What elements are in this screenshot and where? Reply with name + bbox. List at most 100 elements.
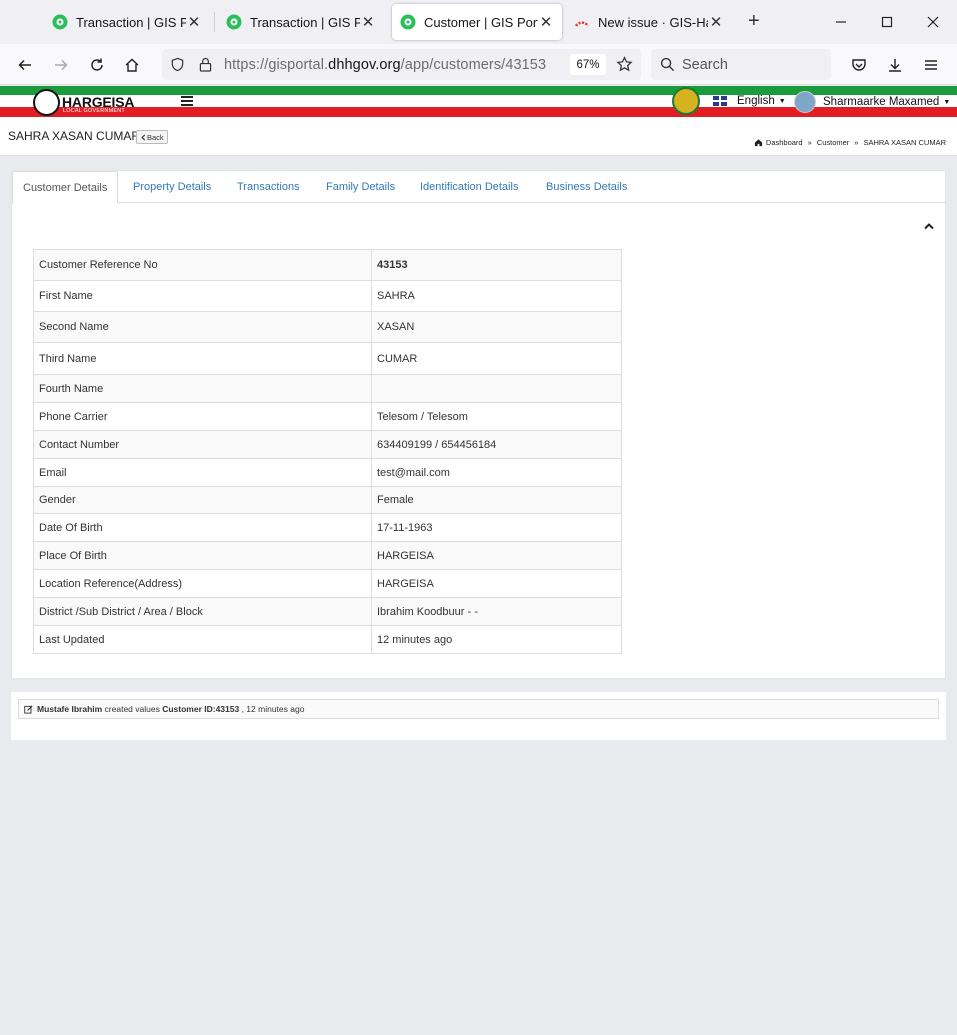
hargeisa-logo-icon[interactable] [33,89,60,116]
close-window-icon[interactable] [923,12,943,32]
row-label: Date Of Birth [33,513,372,542]
row-label: Third Name [33,342,372,375]
municipal-emblem-icon [672,87,700,115]
table-row: Gender Female [33,486,622,514]
back-button[interactable]: Back [136,130,168,144]
tab-customer-details[interactable]: Customer Details [12,171,119,204]
chevron-up-icon[interactable] [923,220,935,232]
row-value: 12 minutes ago [371,625,622,654]
breadcrumb-separator: » [807,138,812,147]
table-row: First Name SAHRA [33,280,622,312]
chevron-left-icon [141,133,146,141]
gis-portal-favicon-icon [226,14,242,30]
reload-icon[interactable] [86,54,108,76]
back-arrow-icon[interactable] [14,54,36,76]
avatar [794,91,816,113]
url-text[interactable]: https://gisportal.dhhgov.org/app/custome… [224,57,546,73]
browser-tab[interactable]: Transaction | GIS Portal ✕ [218,4,384,40]
table-row: Fourth Name [33,374,622,403]
table-row: Date Of Birth 17-11-1963 [33,513,622,542]
browser-tab[interactable]: New issue · GIS-Hargeisa ✕ [566,4,732,40]
gitlab-favicon-icon [574,21,590,27]
row-label: Gender [33,486,372,514]
row-label: District /Sub District / Area / Block [33,597,372,626]
downloads-icon[interactable] [884,54,906,76]
table-row: Third Name CUMAR [33,342,622,375]
close-tab-icon[interactable]: ✕ [708,13,724,31]
page-title-bar: SAHRA XASAN CUMAR Back Dashboard » Custo… [0,118,957,156]
browser-tab-title: Transaction | GIS Portal [76,14,186,30]
browser-tab[interactable]: Transaction | GIS Portal ✕ [44,4,210,40]
pocket-icon[interactable] [848,54,870,76]
zoom-level-badge[interactable]: 67% [570,54,606,75]
row-value: HARGEISA [371,569,622,598]
breadcrumb-customer[interactable]: Customer [817,138,850,147]
browser-tab-title: New issue · GIS-Hargeisa [598,14,708,30]
table-row: Customer Reference No 43153 [33,249,622,281]
browser-tab-title: Customer | GIS Portal [424,14,538,30]
row-value: HARGEISA [371,541,622,570]
gis-portal-favicon-icon [52,14,68,30]
home-icon[interactable] [121,54,143,76]
table-row: Location Reference(Address) HARGEISA [33,569,622,598]
tab-business-details[interactable]: Business Details [546,171,627,203]
breadcrumb-dashboard[interactable]: Dashboard [766,138,803,147]
close-tab-icon[interactable]: ✕ [186,13,202,31]
activity-log-panel: Mustafe Ibrahim created values Customer … [11,692,946,740]
lock-icon[interactable] [199,57,212,72]
user-menu[interactable]: Sharmaarke Maxamed ▼ [794,91,950,113]
row-value: 17-11-1963 [371,513,622,542]
logo-subtext: LOCAL GOVERNMENT [63,108,125,114]
bookmark-star-icon[interactable] [616,56,633,73]
caret-down-icon: ▼ [778,97,786,105]
tab-family-details[interactable]: Family Details [326,171,395,203]
new-tab-plus-icon[interactable]: + [748,11,760,31]
customer-panel: Customer Details Property Details Transa… [11,170,946,679]
maximize-window-icon[interactable] [877,12,897,32]
browser-tab-active[interactable]: Customer | GIS Portal ✕ [392,4,562,40]
gis-portal-favicon-icon [400,14,416,30]
row-label: Customer Reference No [33,249,372,281]
close-tab-icon[interactable]: ✕ [360,13,376,31]
row-value: 43153 [371,249,622,281]
home-icon [754,139,763,147]
row-label: Location Reference(Address) [33,569,372,598]
activity-time: , 12 minutes ago [239,704,305,714]
activity-log-entry: Mustafe Ibrahim created values Customer … [18,699,939,719]
language-selector[interactable]: English ▼ [713,95,786,107]
tab-property-details[interactable]: Property Details [133,171,211,203]
panel-tabs: Customer Details Property Details Transa… [12,171,945,204]
table-row: Second Name XASAN [33,311,622,343]
search-placeholder: Search [682,57,728,73]
page-title: SAHRA XASAN CUMAR [8,129,141,143]
address-bar[interactable]: https://gisportal.dhhgov.org/app/custome… [162,49,641,80]
tab-transactions[interactable]: Transactions [237,171,300,203]
row-value: test@mail.com [371,458,622,487]
row-label: Contact Number [33,430,372,459]
browser-search-box[interactable]: Search [651,49,831,80]
close-tab-icon[interactable]: ✕ [538,13,554,31]
url-prefix: https://gisportal. [224,57,329,73]
sidebar-toggle-icon[interactable] [181,96,193,106]
shield-icon[interactable] [170,57,185,72]
minimize-window-icon[interactable] [831,12,851,32]
row-label: First Name [33,280,372,312]
row-label: Place Of Birth [33,541,372,570]
language-label: English [737,95,775,107]
table-row: Contact Number 634409199 / 654456184 [33,430,622,459]
row-value: SAHRA [371,280,622,312]
browser-tab-title: Transaction | GIS Portal [250,14,360,30]
row-value: XASAN [371,311,622,343]
app-menu-icon[interactable] [920,54,942,76]
table-row: Phone Carrier Telesom / Telesom [33,402,622,431]
user-name: Sharmaarke Maxamed [823,96,940,108]
tab-identification-details[interactable]: Identification Details [420,171,518,203]
forward-arrow-icon[interactable] [50,54,72,76]
url-path: /app/customers/43153 [400,57,547,73]
breadcrumb-separator: » [854,138,859,147]
tab-divider [214,12,215,32]
table-row: Place Of Birth HARGEISA [33,541,622,570]
row-value: 634409199 / 654456184 [371,430,622,459]
table-row: District /Sub District / Area / Block Ibr… [33,597,622,626]
row-label: Last Updated [33,625,372,654]
